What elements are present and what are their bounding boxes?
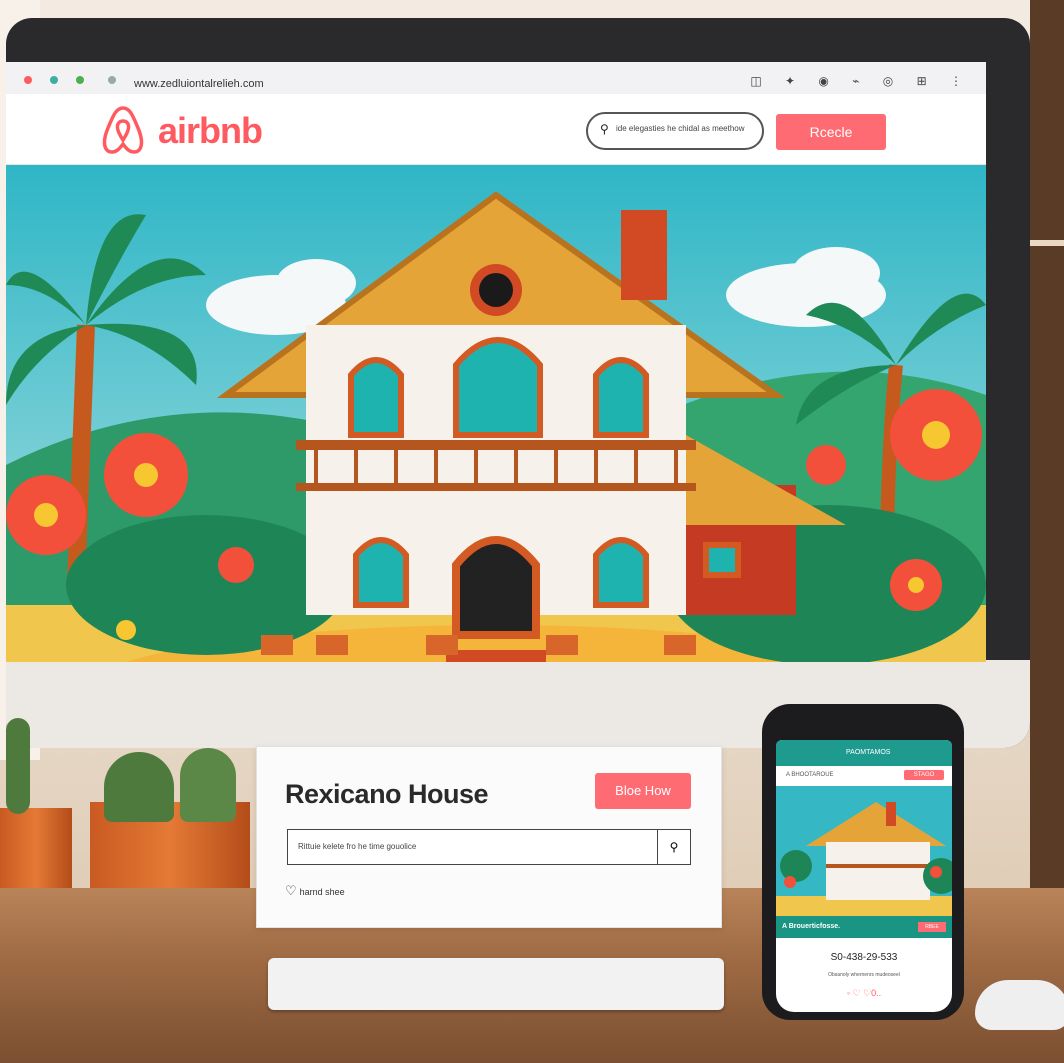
phone-sub-button[interactable]: STAGO [904, 770, 944, 780]
phone-listing-button[interactable]: RBEE [918, 922, 946, 932]
favorite-label: harnd shee [299, 887, 345, 897]
browser-chrome: www.zedluiontalrelieh.com ◫ ✦ ◉ ⌁ ◎ ⊞ ⋮ [6, 62, 986, 95]
window-mullion [1030, 240, 1064, 246]
maximize-window-icon[interactable] [76, 76, 84, 84]
phone-sub-label: A BHOOTAROUE [786, 772, 834, 778]
book-now-button[interactable]: Bloe How [595, 773, 691, 809]
close-window-icon[interactable] [24, 76, 32, 84]
window-frame-right [1030, 0, 1064, 900]
browser-toolbar-icons[interactable]: ◫ ✦ ◉ ⌁ ◎ ⊞ ⋮ [750, 74, 972, 88]
phone-listing-title: A Brouerticfosse. [782, 923, 841, 930]
keyboard [268, 958, 724, 1010]
phone-screen: PAOMTAMOS A BHOOTAROUE STAGO A Brouertic… [776, 740, 952, 1012]
cactus-plant [6, 718, 30, 814]
airbnb-logo-icon[interactable] [96, 102, 150, 158]
address-bar[interactable]: www.zedluiontalrelieh.com [134, 78, 264, 90]
search-icon[interactable]: ⚲ [657, 830, 690, 864]
cactus-plant [180, 748, 236, 822]
brand-name[interactable]: airbnb [158, 110, 263, 152]
listing-search-placeholder: Rittuie kelete fro he time gouolice [298, 842, 417, 851]
heart-icon: ♡ [285, 883, 297, 898]
phone-house-image [776, 786, 952, 916]
phone-action-icons[interactable]: ◦ ♡ ♡0.. [776, 988, 952, 999]
search-icon: ⚲ [600, 122, 609, 136]
search-placeholder: ide elegasties he chidal as meethow [616, 124, 745, 133]
reload-icon[interactable] [108, 76, 116, 84]
phone-subheader: A BHOOTAROUE STAGO [776, 766, 952, 784]
listing-title: Rexicano House [285, 779, 489, 809]
phone-listing-band: A Brouerticfosse. RBEE [776, 916, 952, 938]
cactus-plant [104, 752, 174, 822]
computer-mouse [975, 980, 1064, 1030]
minimize-window-icon[interactable] [50, 76, 58, 84]
phone-notch [830, 712, 904, 730]
monitor-screen: www.zedluiontalrelieh.com ◫ ✦ ◉ ⌁ ◎ ⊞ ⋮ … [6, 62, 986, 662]
nav-action-button[interactable]: Rcecle [776, 114, 886, 150]
search-bar[interactable]: ⚲ ide elegasties he chidal as meethow [586, 112, 764, 150]
hero-house-illustration [6, 165, 986, 662]
phone-number-text: S0-438-29-533 [830, 952, 898, 963]
site-header: airbnb ⚲ ide elegasties he chidal as mee… [6, 94, 986, 165]
listing-search-input[interactable]: Rittuie kelete fro he time gouolice ⚲ [287, 829, 691, 865]
phone-app-title: PAOMTAMOS [846, 749, 891, 756]
phone-app-header: PAOMTAMOS [776, 740, 952, 766]
favorite-toggle[interactable]: ♡ harnd shee [285, 883, 345, 899]
phone-description: Obsanoly whernenrs mudeoseel [828, 972, 900, 978]
listing-card: Rexicano House Bloe How Rittuie kelete f… [256, 746, 722, 928]
